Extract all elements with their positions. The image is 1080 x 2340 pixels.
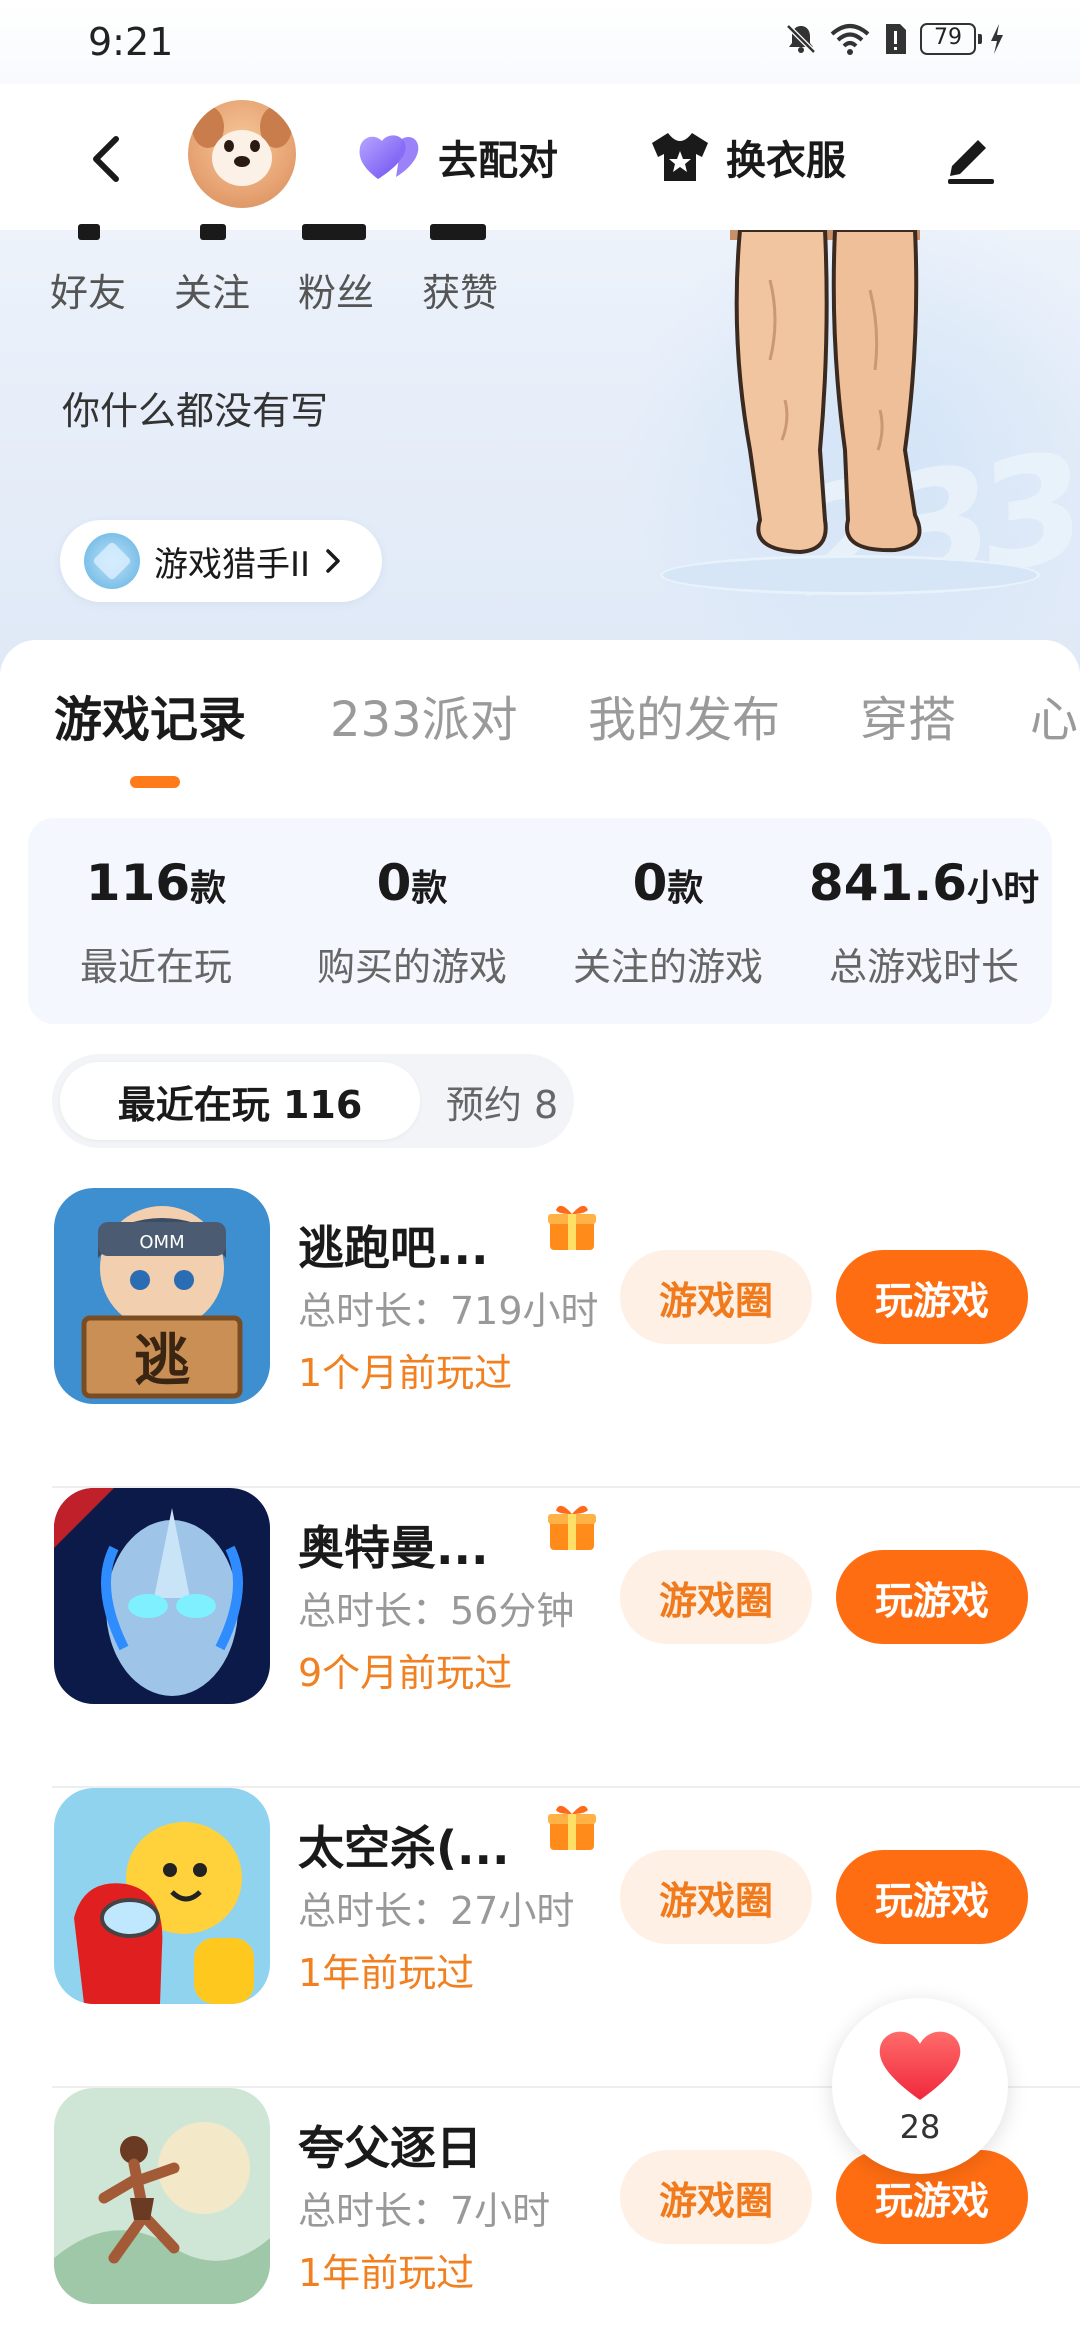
game-circle-button[interactable]: 游戏圈 [620,2150,812,2244]
tshirt-icon [652,133,708,181]
game-name: 逃跑吧... [298,1221,489,1275]
wifi-icon [830,24,870,55]
tab-more[interactable]: 心 [1030,680,1078,750]
list-filter-toggle: 最近在玩 116 预约 8 [52,1054,574,1148]
charging-icon [991,24,1003,54]
heart-icon [879,2031,961,2100]
friends-count-partial [78,224,100,240]
likes-count-partial [430,224,486,240]
game-last-played: 1年前玩过 [298,1951,475,1995]
gift-icon[interactable] [544,1498,600,1554]
game-duration: 总时长：719小时 [298,1289,599,1333]
tab-outfits[interactable]: 穿搭 [860,680,956,750]
filter-reserve-button[interactable]: 预约 8 [432,1062,572,1140]
game-duration: 总时长：27小时 [298,1889,575,1933]
like-floating-button[interactable]: 28 [832,1998,1008,2174]
avatar-3d-figure[interactable] [690,220,970,560]
space-kill-game-icon[interactable] [54,1788,270,2004]
play-game-button[interactable]: 玩游戏 [836,1550,1028,1644]
filter-recent-button[interactable]: 最近在玩 116 [60,1062,420,1140]
avatar-nose [234,156,250,167]
summary-playtime-label: 总游戏时长 [828,945,1019,989]
list-item[interactable]: OMM 逃 逃跑吧... 总时长：719小时 1个月前玩过 游戏圈 玩游戏 [0,1188,1080,1488]
sim-alert-icon [886,24,906,54]
game-duration: 总时长：7小时 [298,2189,551,2233]
game-circle-button[interactable]: 游戏圈 [620,1250,812,1344]
summary-recent-unit: 款 [190,868,227,909]
profile-header: 去配对 换衣服 [0,84,1080,230]
summary-purchased-value: 0 [376,854,412,912]
chevron-left-icon [93,136,119,182]
avatar-platform [660,555,1040,595]
summary-followed-unit: 款 [667,868,704,909]
summary-playtime-value: 841.6 [808,854,968,912]
followers-stat[interactable]: 粉丝 [294,262,378,317]
pair-label: 去配对 [438,138,558,184]
followers-count-partial [302,224,366,240]
summary-followed[interactable]: 0款 关注的游戏 [540,854,796,991]
tab-233-party[interactable]: 233派对 [330,680,518,750]
kuafu-game-icon[interactable] [54,2088,270,2304]
summary-playtime[interactable]: 841.6小时 总游戏时长 [796,854,1052,991]
mute-bell-icon [786,24,816,54]
avatar-eye-right [250,140,260,152]
game-circle-button[interactable]: 游戏圈 [620,1850,812,1944]
ultraman-game-icon[interactable] [54,1488,270,1704]
game-duration: 总时长：56分钟 [298,1589,575,1633]
game-name: 奥特曼... [298,1521,489,1575]
gift-icon[interactable] [544,1198,600,1254]
tab-my-posts[interactable]: 我的发布 [588,680,780,750]
summary-purchased[interactable]: 0款 购买的游戏 [284,854,540,991]
edit-profile-button[interactable] [942,126,1002,186]
purple-heart-icon [359,135,419,179]
like-count: 28 [899,2108,941,2146]
svg-text:逃: 逃 [134,1329,190,1394]
following-stat[interactable]: 关注 [170,262,254,317]
play-game-button[interactable]: 玩游戏 [836,1850,1028,1944]
fugitive-game-icon[interactable]: OMM 逃 [54,1188,270,1404]
game-last-played: 1个月前玩过 [298,1351,513,1395]
gift-icon[interactable] [544,1798,600,1854]
summary-followed-label: 关注的游戏 [572,945,763,989]
chevron-right-icon [326,549,340,573]
game-last-played: 1年前玩过 [298,2251,475,2295]
active-tab-indicator [130,776,180,788]
back-button[interactable] [80,124,130,194]
summary-followed-value: 0 [632,854,668,912]
avatar-eye-left [224,140,234,152]
status-icons: 79 [784,22,1006,56]
summary-purchased-unit: 款 [411,868,448,909]
pair-button[interactable]: 去配对 [356,122,558,192]
list-item[interactable]: 奥特曼... 总时长：56分钟 9个月前玩过 游戏圈 玩游戏 [0,1488,1080,1788]
profile-bio[interactable]: 你什么都没有写 [62,380,328,435]
avatar[interactable] [188,100,296,208]
summary-purchased-label: 购买的游戏 [316,945,507,989]
battery-indicator: 79 [920,23,982,55]
tab-game-records[interactable]: 游戏记录 [54,680,246,750]
title-badge-label: 游戏猎手II [154,544,311,585]
summary-recent-label: 最近在玩 [79,945,232,989]
following-count-partial [200,224,226,240]
summary-recent[interactable]: 116款 最近在玩 [28,854,284,991]
change-outfit-label: 换衣服 [726,138,846,184]
pencil-icon [948,140,994,184]
social-stats: 好友 关注 粉丝 获赞 [46,262,502,317]
game-summary-card: 116款 最近在玩 0款 购买的游戏 0款 关注的游戏 841.6小时 总游戏时… [28,818,1052,1024]
status-bar: 9:21 79 [0,0,1080,84]
title-badge-pill[interactable]: 游戏猎手II [60,520,383,602]
likes-stat[interactable]: 获赞 [418,262,502,317]
summary-recent-value: 116 [85,854,191,912]
game-name: 夸父逐日 [298,2121,482,2175]
status-time: 9:21 [88,20,174,64]
game-last-played: 9个月前玩过 [298,1651,513,1695]
change-outfit-button[interactable]: 换衣服 [648,122,846,192]
summary-playtime-unit: 小时 [967,868,1040,909]
game-circle-button[interactable]: 游戏圈 [620,1550,812,1644]
medal-icon [84,533,140,589]
svg-text:OMM: OMM [139,1232,184,1253]
profile-tabs: 游戏记录 233派对 我的发布 穿搭 心 [0,680,1080,790]
friends-stat[interactable]: 好友 [46,262,130,317]
play-game-button[interactable]: 玩游戏 [836,1250,1028,1344]
game-name: 太空杀(... [298,1821,510,1875]
